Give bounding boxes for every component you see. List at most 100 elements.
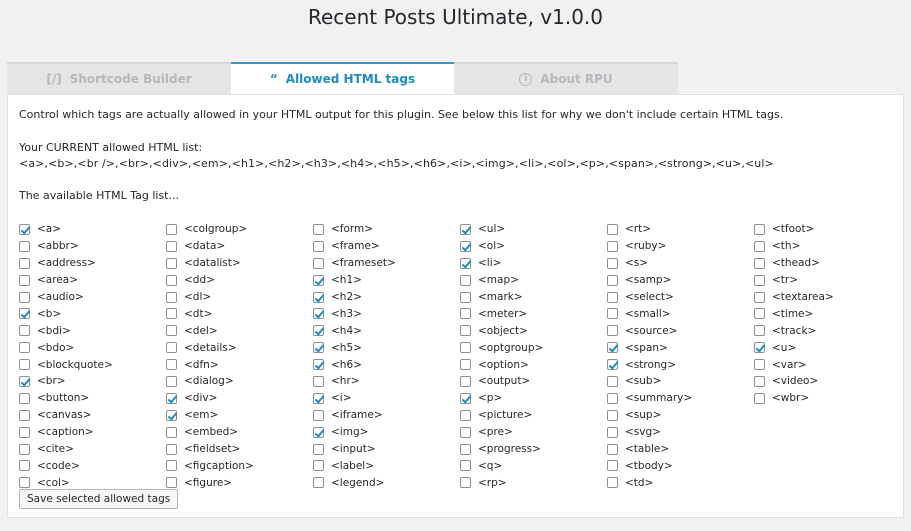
tag-checkbox[interactable] bbox=[607, 240, 618, 252]
tag-checkbox[interactable] bbox=[313, 359, 324, 371]
tag-option[interactable]: <small> bbox=[607, 305, 752, 322]
tag-option[interactable]: <div> bbox=[166, 390, 311, 407]
tag-checkbox[interactable] bbox=[166, 223, 177, 235]
tag-checkbox[interactable] bbox=[313, 342, 324, 354]
tag-checkbox[interactable] bbox=[313, 223, 324, 235]
tag-option[interactable]: <data> bbox=[166, 238, 311, 255]
tag-option[interactable]: <li> bbox=[460, 255, 605, 272]
tag-option[interactable]: <caption> bbox=[19, 424, 164, 441]
tag-option[interactable]: <figure> bbox=[166, 474, 311, 491]
tag-checkbox[interactable] bbox=[166, 477, 177, 489]
tag-checkbox[interactable] bbox=[607, 342, 618, 354]
tag-option[interactable]: <track> bbox=[754, 322, 899, 339]
tag-option[interactable]: <frame> bbox=[313, 238, 458, 255]
tag-checkbox[interactable] bbox=[460, 274, 471, 286]
tag-option[interactable]: <h2> bbox=[313, 289, 458, 306]
tag-option[interactable]: <s> bbox=[607, 255, 752, 272]
tag-checkbox[interactable] bbox=[19, 308, 30, 320]
tag-checkbox[interactable] bbox=[607, 426, 618, 438]
tag-checkbox[interactable] bbox=[19, 274, 30, 286]
tag-checkbox[interactable] bbox=[460, 223, 471, 235]
tag-option[interactable]: <mark> bbox=[460, 289, 605, 306]
tag-option[interactable]: <dfn> bbox=[166, 356, 311, 373]
tag-option[interactable]: <dd> bbox=[166, 272, 311, 289]
tag-checkbox[interactable] bbox=[313, 375, 324, 387]
tag-option[interactable]: <summary> bbox=[607, 390, 752, 407]
tag-option[interactable]: <audio> bbox=[19, 289, 164, 306]
tag-option[interactable]: <u> bbox=[754, 339, 899, 356]
tag-checkbox[interactable] bbox=[313, 443, 324, 455]
tag-option[interactable]: <sub> bbox=[607, 373, 752, 390]
tag-checkbox[interactable] bbox=[607, 460, 618, 472]
tag-option[interactable]: <td> bbox=[607, 474, 752, 491]
tag-checkbox[interactable] bbox=[166, 392, 177, 404]
tag-option[interactable]: <hr> bbox=[313, 373, 458, 390]
tag-checkbox[interactable] bbox=[313, 409, 324, 421]
tag-checkbox[interactable] bbox=[754, 240, 765, 252]
tag-checkbox[interactable] bbox=[19, 291, 30, 303]
tag-option[interactable]: <h1> bbox=[313, 272, 458, 289]
tag-checkbox[interactable] bbox=[19, 257, 30, 269]
tag-checkbox[interactable] bbox=[19, 375, 30, 387]
tag-checkbox[interactable] bbox=[19, 443, 30, 455]
tag-checkbox[interactable] bbox=[754, 342, 765, 354]
tag-option[interactable]: <span> bbox=[607, 339, 752, 356]
tag-checkbox[interactable] bbox=[460, 375, 471, 387]
tag-option[interactable]: <tbody> bbox=[607, 457, 752, 474]
tag-checkbox[interactable] bbox=[607, 223, 618, 235]
tag-checkbox[interactable] bbox=[313, 392, 324, 404]
tag-option[interactable]: <svg> bbox=[607, 424, 752, 441]
tag-checkbox[interactable] bbox=[19, 409, 30, 421]
tag-checkbox[interactable] bbox=[460, 257, 471, 269]
tag-checkbox[interactable] bbox=[607, 409, 618, 421]
tag-option[interactable]: <br> bbox=[19, 373, 164, 390]
save-selected-tags-button[interactable]: Save selected allowed tags bbox=[19, 489, 179, 509]
tag-option[interactable]: <colgroup> bbox=[166, 221, 311, 238]
tag-option[interactable]: <frameset> bbox=[313, 255, 458, 272]
tag-option[interactable]: <wbr> bbox=[754, 390, 899, 407]
tag-checkbox[interactable] bbox=[607, 359, 618, 371]
tag-option[interactable]: <th> bbox=[754, 238, 899, 255]
tag-checkbox[interactable] bbox=[607, 257, 618, 269]
tag-option[interactable]: <em> bbox=[166, 407, 311, 424]
tag-checkbox[interactable] bbox=[460, 426, 471, 438]
tag-checkbox[interactable] bbox=[754, 375, 765, 387]
tag-checkbox[interactable] bbox=[607, 375, 618, 387]
tag-checkbox[interactable] bbox=[19, 477, 30, 489]
tag-option[interactable]: <figcaption> bbox=[166, 457, 311, 474]
tag-option[interactable]: <dt> bbox=[166, 305, 311, 322]
tag-option[interactable]: <progress> bbox=[460, 441, 605, 458]
tag-checkbox[interactable] bbox=[166, 325, 177, 337]
tag-option[interactable]: <dialog> bbox=[166, 373, 311, 390]
tag-checkbox[interactable] bbox=[166, 375, 177, 387]
tag-option[interactable]: <a> bbox=[19, 221, 164, 238]
tag-option[interactable]: <optgroup> bbox=[460, 339, 605, 356]
tag-option[interactable]: <canvas> bbox=[19, 407, 164, 424]
tag-checkbox[interactable] bbox=[166, 359, 177, 371]
tag-option[interactable]: <details> bbox=[166, 339, 311, 356]
tag-checkbox[interactable] bbox=[460, 342, 471, 354]
tag-option[interactable]: <select> bbox=[607, 289, 752, 306]
tag-option[interactable]: <h6> bbox=[313, 356, 458, 373]
tag-checkbox[interactable] bbox=[607, 274, 618, 286]
tag-checkbox[interactable] bbox=[607, 392, 618, 404]
tag-option[interactable]: <code> bbox=[19, 457, 164, 474]
tab-allowed-html-tags[interactable]: “ Allowed HTML tags bbox=[231, 62, 454, 94]
tag-checkbox[interactable] bbox=[19, 223, 30, 235]
tag-option[interactable]: <sup> bbox=[607, 407, 752, 424]
tag-checkbox[interactable] bbox=[607, 325, 618, 337]
tag-option[interactable]: <fieldset> bbox=[166, 441, 311, 458]
tag-option[interactable]: <tfoot> bbox=[754, 221, 899, 238]
tag-checkbox[interactable] bbox=[754, 257, 765, 269]
tag-checkbox[interactable] bbox=[166, 443, 177, 455]
tag-option[interactable]: <bdi> bbox=[19, 322, 164, 339]
tag-option[interactable]: <map> bbox=[460, 272, 605, 289]
tag-option[interactable]: <samp> bbox=[607, 272, 752, 289]
tag-checkbox[interactable] bbox=[166, 342, 177, 354]
tag-checkbox[interactable] bbox=[166, 274, 177, 286]
tag-option[interactable]: <thead> bbox=[754, 255, 899, 272]
tag-option[interactable]: <cite> bbox=[19, 441, 164, 458]
tag-checkbox[interactable] bbox=[166, 240, 177, 252]
tag-option[interactable]: <del> bbox=[166, 322, 311, 339]
tag-checkbox[interactable] bbox=[19, 460, 30, 472]
